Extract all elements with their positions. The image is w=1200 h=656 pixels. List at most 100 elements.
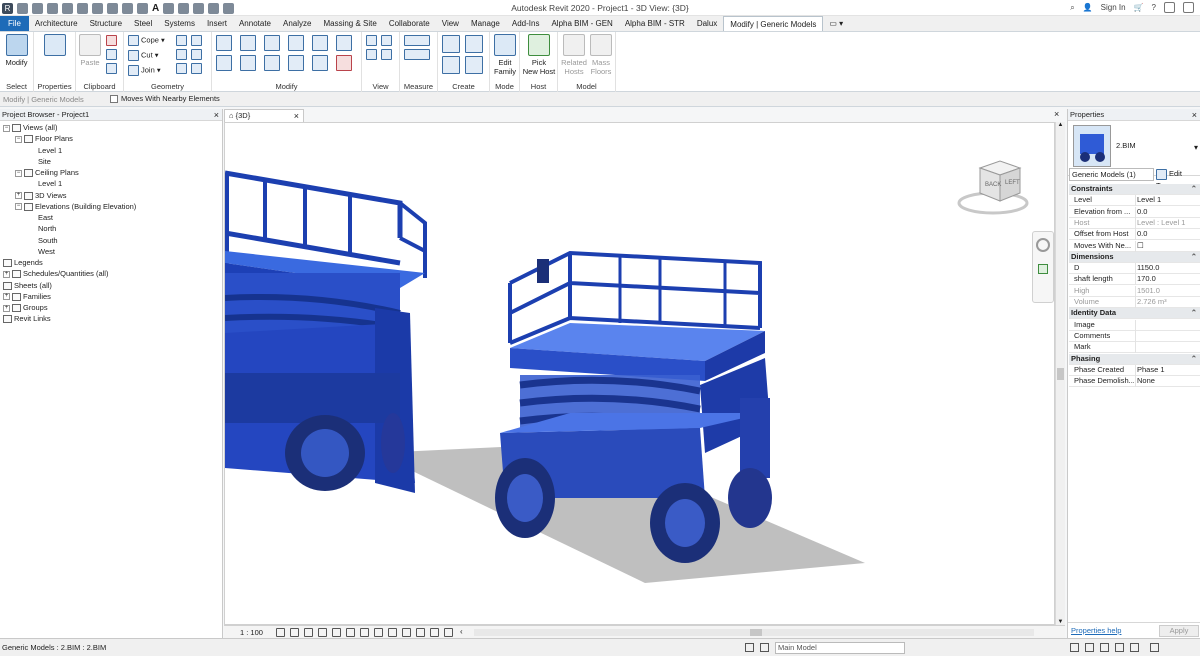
align-icon[interactable] [216,35,232,51]
property-value[interactable] [1135,319,1199,331]
remove-paint-icon[interactable] [191,63,202,74]
tab-analyze[interactable]: Analyze [277,16,317,31]
property-value[interactable]: 0.0 [1135,206,1199,218]
tree-node[interactable]: Level 1 [27,146,62,155]
rotate-icon[interactable] [264,55,280,71]
sign-in-link[interactable]: Sign In [1101,3,1126,12]
cart-icon[interactable]: 🛒 [1134,3,1144,12]
cope-button[interactable]: Cope ▾ [128,35,165,46]
viewcube-back-label[interactable]: BACK [985,182,1001,188]
expand-toggle-icon[interactable]: − [15,203,22,211]
pick-new-host-button[interactable]: Pick New Host [522,34,556,76]
tree-node[interactable]: West [27,247,55,256]
offset-icon[interactable] [240,35,256,51]
move-icon[interactable] [216,55,232,71]
property-value[interactable]: ☐ [1135,240,1199,252]
visual-style-icon[interactable] [290,628,299,637]
detail-level-icon[interactable] [276,628,285,637]
user-icon[interactable]: 👤 [1083,3,1093,12]
editable-only-icon[interactable] [760,643,769,652]
expand-toggle-icon[interactable]: + [3,270,10,278]
join-button[interactable]: Join ▾ [128,65,161,76]
close-icon[interactable]: × [214,109,219,121]
mirror-draw-icon[interactable] [288,35,304,51]
split-face-icon[interactable] [176,35,187,46]
mirror-axis-icon[interactable] [264,35,280,51]
tab-view[interactable]: View [436,16,465,31]
property-group-header[interactable]: Phasing ⌃ [1069,353,1200,365]
related-hosts-button[interactable]: Related Hosts [560,34,588,76]
edit-family-button[interactable]: Edit Family [490,34,520,76]
property-row[interactable]: Moves With Ne... ☐ [1069,240,1200,252]
moves-with-nearby-checkbox[interactable]: Moves With Nearby Elements [110,94,220,104]
tab-steel[interactable]: Steel [128,16,158,31]
properties-button[interactable] [39,34,71,58]
mass-floors-button[interactable]: Mass Floors [588,34,614,76]
collapse-icon[interactable]: ⌃ [1135,252,1199,263]
measure-between-icon[interactable] [404,35,430,46]
tree-node[interactable]: + Families [3,292,51,301]
tab-file[interactable]: File [0,16,29,31]
close-view-icon[interactable]: × [294,110,299,122]
property-row[interactable]: Phase Created Phase 1 [1069,364,1200,376]
zoom-icon[interactable] [1038,264,1048,274]
tab-structure[interactable]: Structure [84,16,128,31]
collapse-icon[interactable]: ⌃ [1135,308,1199,319]
tab-manage[interactable]: Manage [465,16,506,31]
worksharing-display-icon[interactable] [430,628,439,637]
viewcube[interactable]: BACK LEFT [957,160,1029,215]
paint-icon[interactable] [191,35,202,46]
tab-systems[interactable]: Systems [158,16,201,31]
horizontal-scroll-thumb[interactable] [750,629,762,636]
property-row[interactable]: shaft length 170.0 [1069,274,1200,286]
filter-icon[interactable] [1150,643,1159,652]
view-tab-3d[interactable]: ⌂ {3D} × [224,109,304,122]
viewcube-left-label[interactable]: LEFT [1005,180,1020,186]
property-group-header[interactable]: Constraints ⌃ [1069,184,1200,195]
property-group-header[interactable]: Identity Data ⌃ [1069,308,1200,320]
property-row[interactable]: D 1150.0 [1069,263,1200,275]
tab-massing-site[interactable]: Massing & Site [317,16,382,31]
drag-on-selection-icon[interactable] [1130,643,1139,652]
split-element-icon[interactable] [312,35,328,51]
property-value[interactable] [1135,342,1199,354]
tree-node[interactable]: East [27,213,53,222]
select-pinned-icon[interactable] [1100,643,1109,652]
property-row[interactable]: Elevation from ... 0.0 [1069,206,1200,218]
property-row[interactable]: Level Level 1 [1069,195,1200,207]
modify-button[interactable]: Modify [1,34,32,67]
temporary-hide-icon[interactable] [388,628,397,637]
create-group-icon[interactable] [465,35,483,53]
tab-add-ins[interactable]: Add-Ins [506,16,546,31]
instance-filter-dropdown[interactable]: Generic Models (1) [1069,168,1154,181]
property-row[interactable]: Host Level : Level 1 [1069,217,1200,229]
vertical-scroll-thumb[interactable] [1057,368,1064,380]
cut-icon[interactable] [106,35,117,46]
apply-button[interactable]: Apply [1159,625,1199,637]
tree-node[interactable]: − Views (all) [3,123,57,133]
expand-toggle-icon[interactable]: − [15,135,22,143]
panel-select-label[interactable]: Select [0,82,33,91]
close-icon[interactable]: × [1192,109,1197,121]
expand-toggle-icon[interactable]: − [3,124,10,132]
expand-toggle-icon[interactable]: − [15,169,22,177]
model-canvas[interactable]: BACK LEFT [225,123,1055,625]
close-views-icon[interactable]: × [1054,109,1059,119]
maximize-icon[interactable] [1183,2,1194,13]
property-row[interactable]: High 1501.0 [1069,285,1200,297]
property-value[interactable]: 170.0 [1135,274,1199,286]
ribbon-display-toggle-icon[interactable]: ▭ ▾ [823,16,849,31]
paste-button[interactable]: Paste [77,34,103,67]
wall-joins-icon[interactable] [176,49,187,60]
tab-annotate[interactable]: Annotate [233,16,277,31]
tree-node[interactable]: Sheets (all) [3,281,52,290]
scroll-up-icon[interactable]: ▲ [1056,122,1065,128]
create-parts-icon[interactable] [442,35,460,53]
select-underlay-icon[interactable] [1085,643,1094,652]
tab-collaborate[interactable]: Collaborate [383,16,436,31]
override-icon[interactable] [366,49,377,60]
tree-node[interactable]: South [27,236,58,245]
workset-dropdown[interactable]: Main Model [775,642,905,654]
worksets-icon[interactable] [745,643,754,652]
create-assembly-icon[interactable] [442,56,460,74]
